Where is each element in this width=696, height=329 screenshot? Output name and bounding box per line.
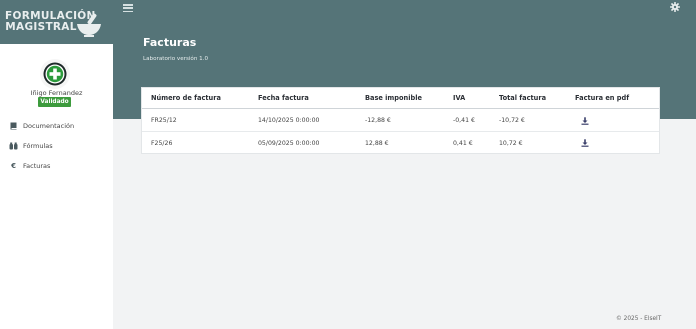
- table-row: FR25/12 14/10/2025 0:00:00 -12,88 € -0,4…: [142, 110, 659, 132]
- column-header[interactable]: Factura en pdf: [575, 94, 629, 102]
- mortar-pestle-icon: [77, 13, 101, 37]
- medical-cross-icon: [43, 62, 67, 86]
- sidebar-item-formulas[interactable]: Fórmulas: [0, 136, 113, 156]
- sidebar-item-label: Documentación: [23, 122, 75, 130]
- euro-icon: €: [11, 162, 16, 170]
- page-title: Facturas: [143, 36, 197, 49]
- column-header[interactable]: Base imponible: [365, 94, 422, 102]
- sidebar-item-label: Fórmulas: [23, 142, 53, 150]
- avatar[interactable]: [40, 59, 70, 89]
- brand-logo[interactable]: FORMULACIÓN MAGISTRAL: [0, 0, 113, 44]
- brand-line-2: MAGISTRAL: [5, 21, 77, 33]
- invoice-number: FR25/12: [151, 117, 177, 124]
- menu-toggle-icon[interactable]: [123, 4, 133, 13]
- invoice-iva: 0,41 €: [453, 140, 473, 147]
- invoice-iva: -0,41 €: [453, 117, 475, 124]
- column-header[interactable]: Total factura: [499, 94, 546, 102]
- column-header[interactable]: IVA: [453, 94, 465, 102]
- footer-copyright: © 2025 - ElseIT: [616, 316, 662, 322]
- invoice-total: -10,72 €: [499, 117, 525, 124]
- gear-icon[interactable]: [670, 2, 680, 12]
- invoice-date: 14/10/2025 0:00:00: [258, 117, 320, 124]
- sidebar-item-facturas[interactable]: € Facturas: [0, 156, 113, 176]
- brand-name: FORMULACIÓN MAGISTRAL: [5, 11, 95, 33]
- download-pdf-icon[interactable]: [581, 117, 589, 125]
- book-icon: [9, 122, 18, 131]
- column-header[interactable]: Número de factura: [151, 94, 221, 102]
- invoice-base: 12,88 €: [365, 140, 389, 147]
- table-header: Número de factura Fecha factura Base imp…: [142, 88, 659, 109]
- status-badge: Validado: [38, 97, 71, 107]
- invoice-number: F25/26: [151, 140, 173, 147]
- column-header[interactable]: Fecha factura: [258, 94, 309, 102]
- user-panel: Iñigo Fernandez Validado: [0, 44, 113, 116]
- invoice-base: -12,88 €: [365, 117, 391, 124]
- sidebar-item-label: Facturas: [23, 162, 51, 170]
- sidebar-item-documentacion[interactable]: Documentación: [0, 116, 113, 136]
- page-subtitle: Laboratorio versión 1.0: [143, 56, 209, 62]
- user-name: Iñigo Fernandez: [30, 89, 83, 97]
- invoice-total: 10,72 €: [499, 140, 523, 147]
- invoices-table: Número de factura Fecha factura Base imp…: [141, 87, 660, 154]
- sidebar-nav: Documentación Fórmulas € Facturas: [0, 116, 113, 176]
- download-pdf-icon[interactable]: [581, 139, 589, 147]
- invoice-date: 05/09/2025 0:00:00: [258, 140, 320, 147]
- bottles-icon: [9, 142, 18, 151]
- table-row: F25/26 05/09/2025 0:00:00 12,88 € 0,41 €…: [142, 133, 659, 154]
- sidebar: FORMULACIÓN MAGISTRAL Iñigo Fernandez Va…: [0, 0, 113, 329]
